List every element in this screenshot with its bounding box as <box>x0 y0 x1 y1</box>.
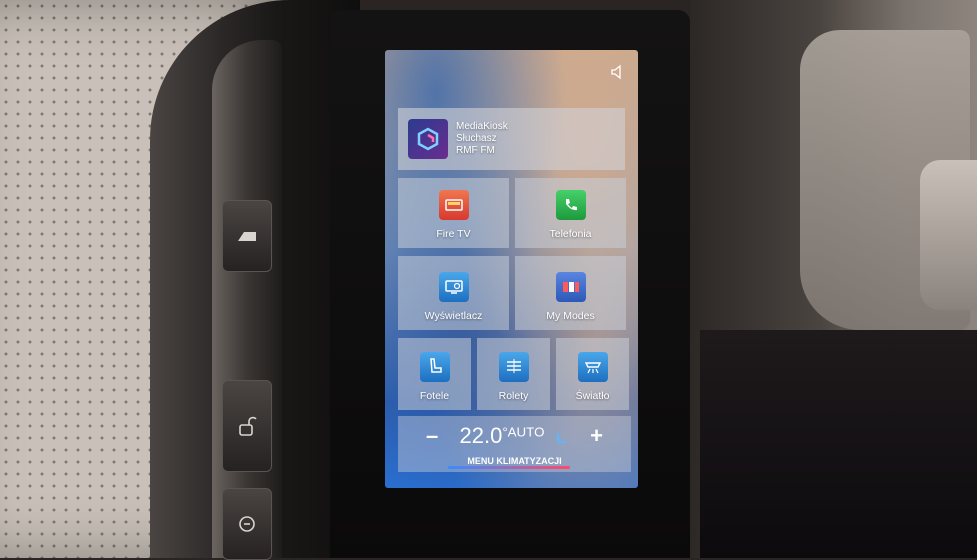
light-icon <box>577 352 608 382</box>
media-tile[interactable]: MediaKiosk Słuchasz RMF FM <box>398 108 625 170</box>
media-app-icon <box>408 119 448 159</box>
cabin-floor <box>700 330 977 558</box>
blinds-icon <box>498 352 529 382</box>
phone-icon <box>555 190 586 220</box>
my-modes-label: My Modes <box>546 310 595 322</box>
window-control-button[interactable] <box>222 200 272 272</box>
media-status: Słuchasz <box>456 133 497 144</box>
temp-decrease-button[interactable]: – <box>426 425 438 447</box>
my-modes-tile[interactable]: My Modes <box>515 256 626 330</box>
telefonia-label: Telefonia <box>549 228 592 240</box>
lock-icon <box>239 516 255 532</box>
speaker-icon[interactable] <box>610 64 626 80</box>
telefonia-tile[interactable]: Telefonia <box>515 178 626 248</box>
climate-mode: AUTO <box>507 424 545 440</box>
seat-armrest <box>920 160 977 310</box>
media-title: MediaKiosk <box>456 121 508 132</box>
fire-tv-tile[interactable]: Fire TV <box>398 178 509 248</box>
rear-control-screen: MediaKiosk Słuchasz RMF FM Fire TV Telef… <box>385 50 638 488</box>
rolety-label: Rolety <box>498 390 529 402</box>
fire-tv-icon <box>438 190 469 220</box>
window-icon <box>238 232 256 241</box>
wyswietlacz-tile[interactable]: Wyświetlacz <box>398 256 509 330</box>
temperature-value: 22.0 <box>459 423 503 448</box>
climate-control: – 22.0°AUTO + MENU KLIMATYZACJI <box>398 416 631 472</box>
climate-menu-label[interactable]: MENU KLIMATYZACJI <box>398 456 631 466</box>
fotele-label: Fotele <box>419 390 450 402</box>
unlock-icon <box>239 416 257 436</box>
media-station: RMF FM <box>456 145 495 156</box>
temp-increase-button[interactable]: + <box>590 425 603 447</box>
fotele-tile[interactable]: Fotele <box>398 338 471 410</box>
seat-heat-icon[interactable] <box>553 431 569 447</box>
modes-icon <box>555 272 586 302</box>
seat-icon <box>419 352 450 382</box>
door-lock-button[interactable] <box>222 488 272 560</box>
swiatlo-label: Światło <box>575 390 610 402</box>
fire-tv-label: Fire TV <box>436 228 471 240</box>
temperature-gradient-bar <box>448 466 570 469</box>
wyswietlacz-label: Wyświetlacz <box>424 310 483 322</box>
door-unlock-button[interactable] <box>222 380 272 472</box>
rolety-tile[interactable]: Rolety <box>477 338 550 410</box>
door-trim <box>212 40 282 558</box>
swiatlo-tile[interactable]: Światło <box>556 338 629 410</box>
display-icon <box>438 272 469 302</box>
